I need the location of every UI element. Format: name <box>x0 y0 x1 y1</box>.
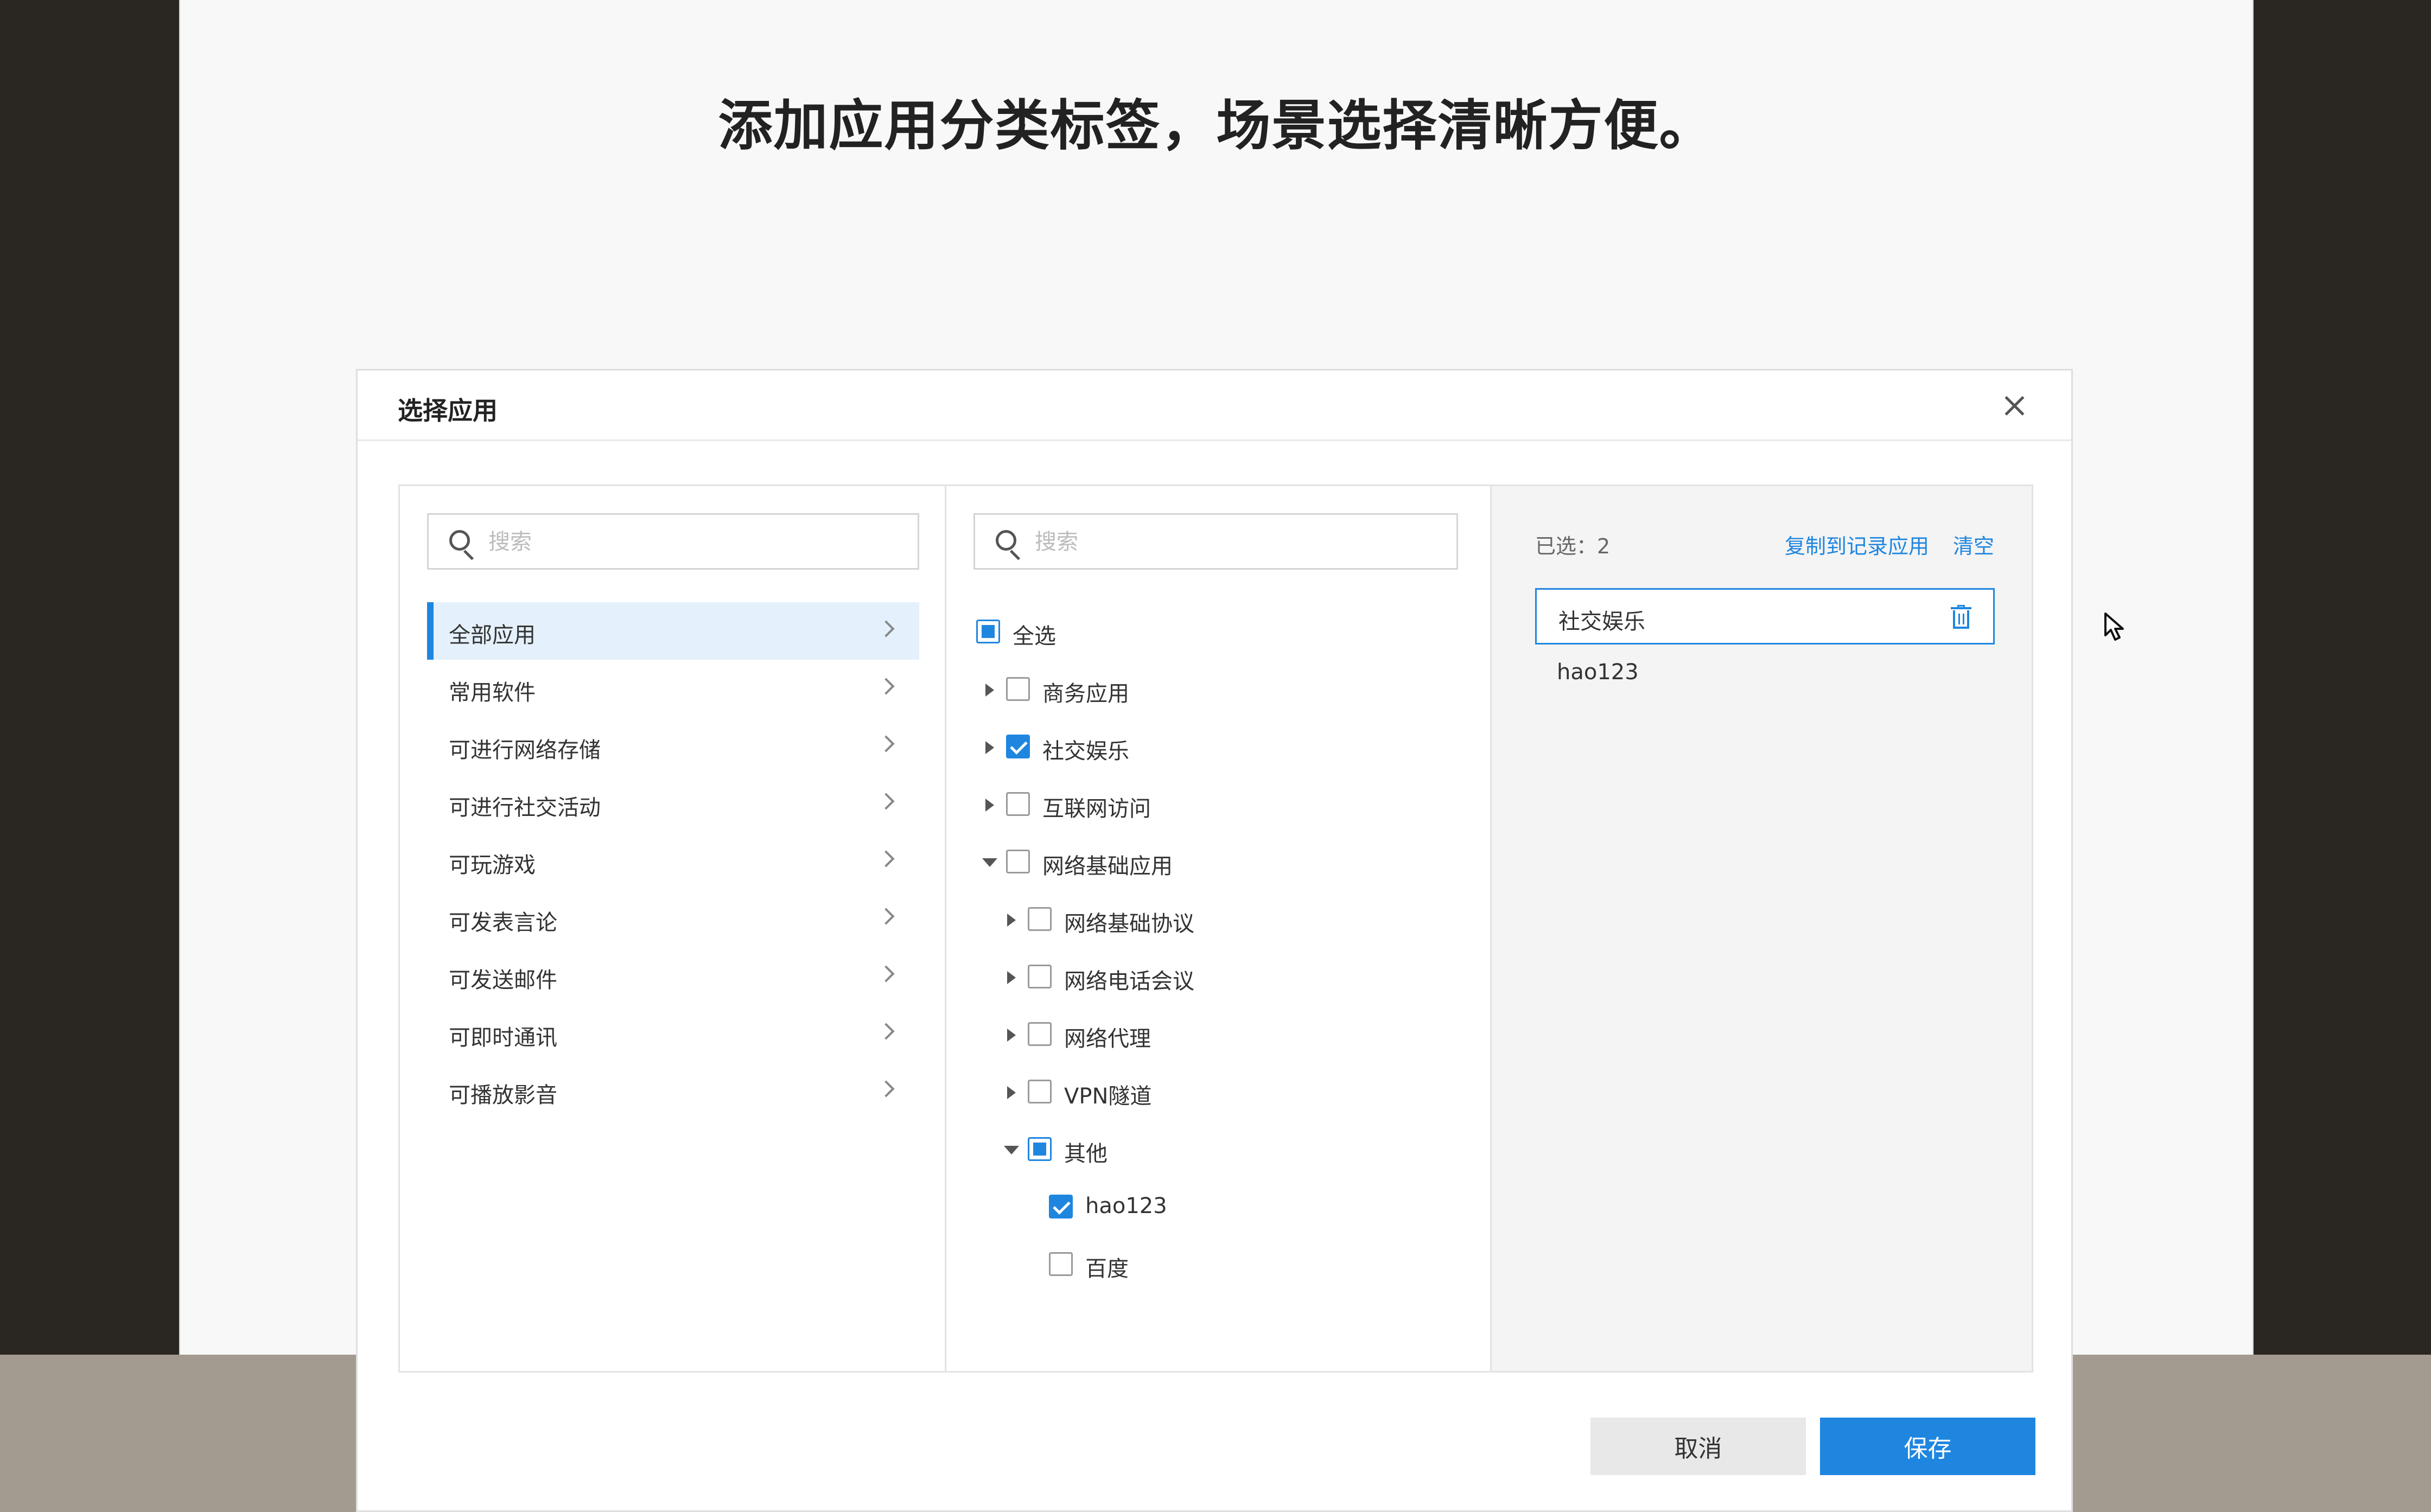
chevron-right-icon <box>877 850 895 867</box>
category-label: 可播放影音 <box>449 1083 557 1108</box>
tree-label: 网络基础应用 <box>1042 854 1173 879</box>
tree-checkbox[interactable] <box>1006 735 1030 758</box>
category-item-im[interactable]: 可即时通讯 <box>427 1005 919 1062</box>
selected-item[interactable]: hao123 <box>1535 646 1995 702</box>
tree-label: 商务应用 <box>1042 681 1129 706</box>
category-search <box>427 513 919 570</box>
tree-checkbox[interactable] <box>1006 850 1030 873</box>
category-search-input[interactable] <box>488 527 868 557</box>
category-item-common-software[interactable]: 常用软件 <box>427 660 919 717</box>
tree-label: 全选 <box>1013 624 1056 649</box>
category-label: 可玩游戏 <box>449 853 536 878</box>
tree-label: 网络代理 <box>1064 1026 1151 1051</box>
tree-checkbox[interactable] <box>1028 1137 1052 1161</box>
chevron-right-icon <box>877 908 895 925</box>
category-label: 可发表言论 <box>449 910 557 935</box>
selected-panel: 已选：2 复制到记录应用 清空 社交娱乐 hao123 <box>1492 486 2124 1371</box>
chevron-right-icon <box>877 1080 895 1098</box>
chevron-right-icon <box>877 965 895 983</box>
tree-checkbox[interactable] <box>1028 907 1052 931</box>
save-button[interactable]: 保存 <box>1820 1418 2035 1475</box>
clear-link[interactable]: 清空 <box>1953 529 1994 559</box>
category-label: 全部应用 <box>449 623 536 648</box>
category-list: 全部应用 常用软件 可进行网络存储 可进行社交活动 可玩游戏 可发表言论 可发送… <box>427 602 919 1120</box>
page-headline: 添加应用分类标签，场景选择清晰方便。 <box>718 94 1715 157</box>
category-label: 可进行社交活动 <box>449 795 601 820</box>
tree-label: 互联网访问 <box>1042 796 1151 821</box>
chevron-right-icon <box>877 1023 895 1040</box>
caret-right-icon[interactable] <box>1007 971 1016 984</box>
tree-checkbox[interactable] <box>1028 965 1052 988</box>
selected-item-label: 社交娱乐 <box>1558 609 1645 634</box>
app-tree-panel: 全选 商务应用 社交娱乐 互联网访问 <box>946 486 1492 1371</box>
tree-label: 社交娱乐 <box>1042 739 1129 764</box>
cancel-button[interactable]: 取消 <box>1590 1418 1806 1475</box>
chevron-right-icon <box>877 620 895 637</box>
select-app-dialog: 选择应用 全部应用 常用软件 可进行网络存储 <box>356 369 2124 1512</box>
category-item-network-storage[interactable]: 可进行网络存储 <box>427 717 919 775</box>
category-item-posting[interactable]: 可发表言论 <box>427 890 919 947</box>
category-item-games[interactable]: 可玩游戏 <box>427 832 919 890</box>
tree-label: 百度 <box>1085 1256 1129 1281</box>
category-label: 可进行网络存储 <box>449 738 601 763</box>
dialog-title: 选择应用 <box>398 396 498 425</box>
caret-right-icon[interactable] <box>985 799 994 812</box>
caret-right-icon[interactable] <box>985 741 994 754</box>
caret-right-icon[interactable] <box>1007 914 1016 927</box>
caret-right-icon[interactable] <box>1007 1086 1016 1099</box>
tree-label: 网络电话会议 <box>1064 969 1194 994</box>
dialog-header: 选择应用 <box>358 371 2071 441</box>
dialog-panels: 全部应用 常用软件 可进行网络存储 可进行社交活动 可玩游戏 <box>398 484 2124 1373</box>
selected-count: 已选：2 <box>1535 534 1611 558</box>
tree-checkbox[interactable] <box>1006 792 1030 816</box>
chevron-right-icon <box>877 678 895 695</box>
tree-label: 网络基础协议 <box>1064 911 1194 936</box>
category-item-all-apps[interactable]: 全部应用 <box>427 602 919 660</box>
selected-item-label: hao123 <box>1557 660 1639 685</box>
select-all-checkbox[interactable] <box>976 620 1000 643</box>
category-label: 可即时通讯 <box>449 1025 557 1050</box>
tree-checkbox[interactable] <box>1028 1022 1052 1046</box>
tree-checkbox[interactable] <box>1049 1195 1073 1218</box>
category-label: 可发送邮件 <box>449 968 557 993</box>
category-item-media[interactable]: 可播放影音 <box>427 1062 919 1120</box>
category-item-email[interactable]: 可发送邮件 <box>427 947 919 1005</box>
caret-down-icon[interactable] <box>982 858 997 867</box>
trash-icon[interactable] <box>1951 605 1971 630</box>
search-icon <box>449 530 470 551</box>
category-item-social[interactable]: 可进行社交活动 <box>427 775 919 832</box>
tree-checkbox[interactable] <box>1006 677 1030 701</box>
tree-checkbox[interactable] <box>1049 1252 1073 1276</box>
category-label: 常用软件 <box>449 680 536 705</box>
close-icon[interactable] <box>2001 392 2028 419</box>
chevron-right-icon <box>877 793 895 810</box>
app-search <box>973 513 1458 570</box>
tree-label: VPN隧道 <box>1064 1084 1152 1109</box>
tree-label: hao123 <box>1085 1194 1167 1218</box>
caret-right-icon[interactable] <box>1007 1029 1016 1042</box>
chevron-right-icon <box>877 735 895 752</box>
caret-right-icon[interactable] <box>985 684 994 697</box>
tree-label: 其他 <box>1064 1141 1108 1166</box>
category-panel: 全部应用 常用软件 可进行网络存储 可进行社交活动 可玩游戏 <box>400 486 946 1371</box>
caret-down-icon[interactable] <box>1004 1146 1019 1154</box>
tree-checkbox[interactable] <box>1028 1080 1052 1103</box>
selected-item[interactable]: 社交娱乐 <box>1535 588 2124 645</box>
copy-to-record-link[interactable]: 复制到记录应用 <box>1785 529 1929 559</box>
app-search-input[interactable] <box>1035 527 1415 557</box>
search-icon <box>996 530 1016 551</box>
